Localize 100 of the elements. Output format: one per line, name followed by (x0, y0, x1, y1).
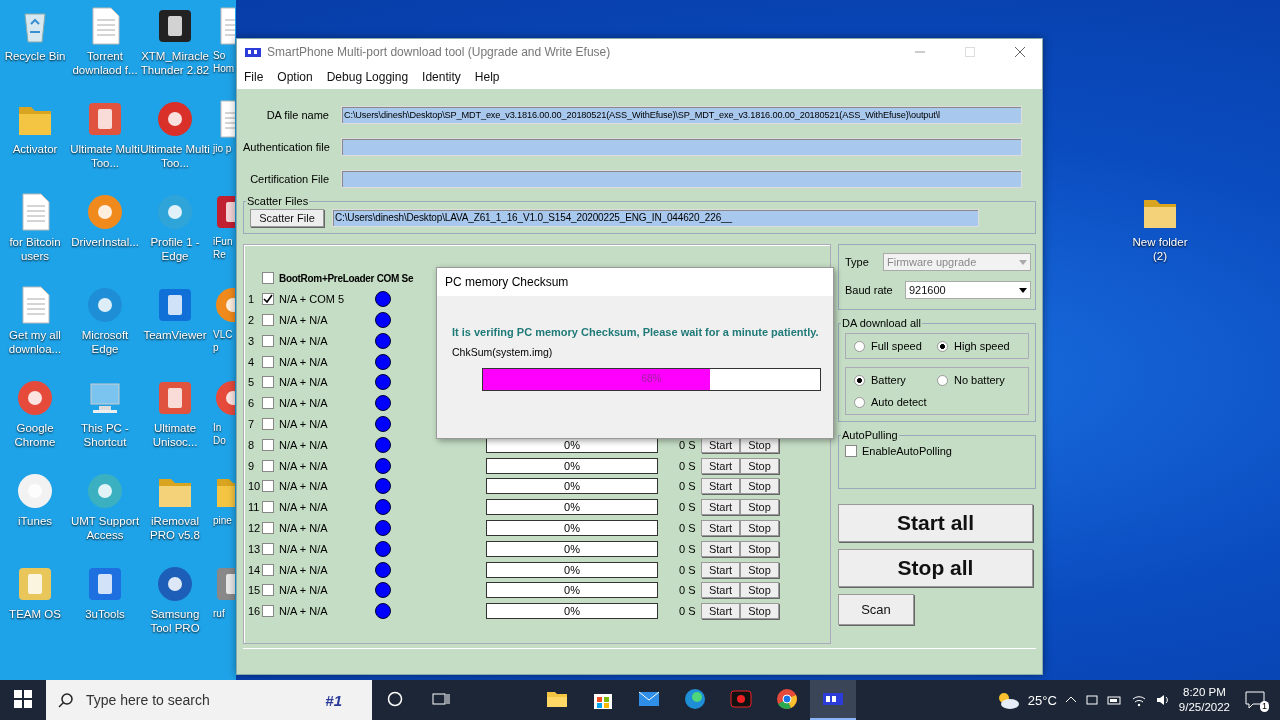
camera-icon[interactable] (1084, 693, 1099, 707)
menu-item[interactable]: Identity (422, 70, 461, 84)
stop-button[interactable]: Stop (740, 457, 779, 474)
clock[interactable]: 8:20 PM 9/25/2022 (1178, 685, 1230, 715)
path-field[interactable]: C:\Users\dinesh\Desktop\LAVA_Z61_1_16_V1.0_S154_20200225_ENG_IN_044620_226__ (332, 209, 979, 227)
port-number: 9 (248, 459, 256, 472)
speaker-icon[interactable] (1154, 693, 1171, 707)
start-button[interactable]: Start (701, 499, 740, 516)
icon-label: In Do (213, 421, 227, 447)
port-name: N/A + N/A (279, 563, 329, 576)
checkbox[interactable] (262, 605, 274, 618)
checkbox[interactable] (262, 501, 274, 514)
stop-button[interactable]: Stop (740, 582, 779, 599)
stop-button[interactable]: Stop (740, 519, 779, 536)
group-label: Scatter Files (246, 195, 310, 207)
checkbox[interactable] (262, 293, 274, 306)
wifi-icon[interactable] (1130, 693, 1147, 707)
menu-item[interactable]: Debug Logging (326, 70, 409, 84)
start-button[interactable]: Start (701, 457, 740, 474)
option-label: No battery (954, 374, 1005, 386)
checkbox[interactable] (262, 438, 274, 451)
start-button[interactable]: Start (701, 582, 740, 599)
port-number: 3 (248, 334, 256, 347)
start-button[interactable]: Start (701, 561, 740, 578)
checkbox[interactable] (262, 480, 274, 493)
notification-icon[interactable] (1245, 691, 1265, 709)
path-field[interactable]: C:\Users\dinesh\Desktop\SP_MDT_exe_v3.1816.00.00_20180521(ASS_WithEfuse)\SP_MDT_exe_v3.1816.00.00_20180521(ASS_WithEfuse)\output\l (341, 106, 1022, 124)
checkbox[interactable] (262, 563, 274, 576)
path-field[interactable] (341, 170, 1022, 188)
icon-label: TEAM OS (9, 607, 61, 621)
radio-button[interactable] (854, 340, 865, 352)
status-dot (375, 603, 391, 620)
icon-label: Google Chrome (13, 421, 57, 449)
path-field[interactable] (341, 138, 1022, 156)
port-name: N/A + N/A (279, 584, 329, 597)
checkbox[interactable] (262, 459, 274, 472)
file-label: ChkSum(system.img) (452, 346, 554, 358)
icon-label: This PC - Shortcut (80, 421, 130, 449)
port-name: N/A + N/A (279, 480, 329, 493)
icon-label: jio p (213, 142, 233, 155)
port-name: N/A + N/A (279, 355, 329, 368)
menu-item[interactable]: File (244, 70, 264, 84)
checkbox[interactable] (262, 272, 274, 285)
start-button[interactable]: Start (701, 603, 740, 620)
port-name: N/A + N/A (279, 334, 329, 347)
checkbox[interactable] (262, 376, 274, 389)
checkbox[interactable] (262, 584, 274, 597)
taskbar-app[interactable] (810, 680, 856, 720)
search-field[interactable]: Type here to search #1 (46, 680, 372, 720)
port-name: N/A + COM 5 (279, 293, 346, 306)
port-name: N/A + N/A (279, 542, 329, 555)
scatter-file-button[interactable]: Scatter File (250, 209, 324, 227)
checkbox[interactable] (262, 314, 274, 326)
progress-bar: 0% (486, 582, 658, 599)
stop-button[interactable]: Stop (740, 540, 779, 557)
recorder-icon (729, 687, 753, 711)
start-button[interactable]: Start (701, 540, 740, 557)
start-all-button[interactable]: Start all (838, 504, 1033, 542)
circle-icon[interactable] (387, 691, 403, 707)
radio-button[interactable] (854, 396, 865, 408)
start-button[interactable]: Start (701, 519, 740, 536)
checkbox[interactable] (262, 397, 274, 410)
checkbox[interactable] (262, 521, 274, 534)
app-icon[interactable] (155, 564, 195, 604)
radio-button[interactable] (937, 340, 948, 352)
windows-logo-icon[interactable] (14, 690, 32, 708)
icon-label: TeamViewer (143, 328, 207, 342)
menu-item[interactable]: Help (474, 70, 500, 84)
task-view-icon[interactable] (432, 691, 450, 707)
icon-label: for Bitcoin users (8, 235, 62, 263)
icon-label: Recycle Bin (4, 49, 66, 63)
checkbox[interactable] (262, 542, 274, 555)
stop-button[interactable]: Stop (740, 561, 779, 578)
icon-label: UMT Support Access (70, 514, 140, 542)
battery-icon[interactable] (1106, 694, 1123, 706)
icon-label: pine (213, 514, 233, 527)
notification-button[interactable]: 1 (1238, 685, 1272, 715)
scan-button[interactable]: Scan (838, 594, 914, 625)
stop-all-button[interactable]: Stop all (838, 549, 1033, 587)
port-name: N/A + N/A (279, 605, 329, 618)
stop-button[interactable]: Stop (740, 603, 779, 620)
icon-label: iFun Re (213, 235, 234, 261)
stop-button[interactable]: Stop (740, 499, 779, 516)
status-dot (375, 291, 391, 308)
status-dot (375, 561, 391, 578)
radio-button[interactable] (937, 374, 948, 386)
field-label: Type (845, 256, 870, 268)
menu-item[interactable]: Option (277, 70, 313, 84)
checkbox[interactable] (262, 334, 274, 347)
elapsed-time: 0 S (679, 584, 697, 597)
checkbox[interactable] (262, 355, 274, 368)
close-icon[interactable] (1014, 46, 1026, 58)
status-dot (375, 415, 391, 432)
radio-button[interactable] (854, 374, 865, 386)
checkbox[interactable] (262, 417, 274, 430)
port-name: N/A + N/A (279, 501, 329, 514)
checkbox[interactable] (845, 445, 857, 457)
stop-button[interactable]: Stop (740, 478, 779, 495)
start-button[interactable]: Start (701, 478, 740, 495)
dropdown[interactable]: 921600 (905, 281, 1031, 299)
